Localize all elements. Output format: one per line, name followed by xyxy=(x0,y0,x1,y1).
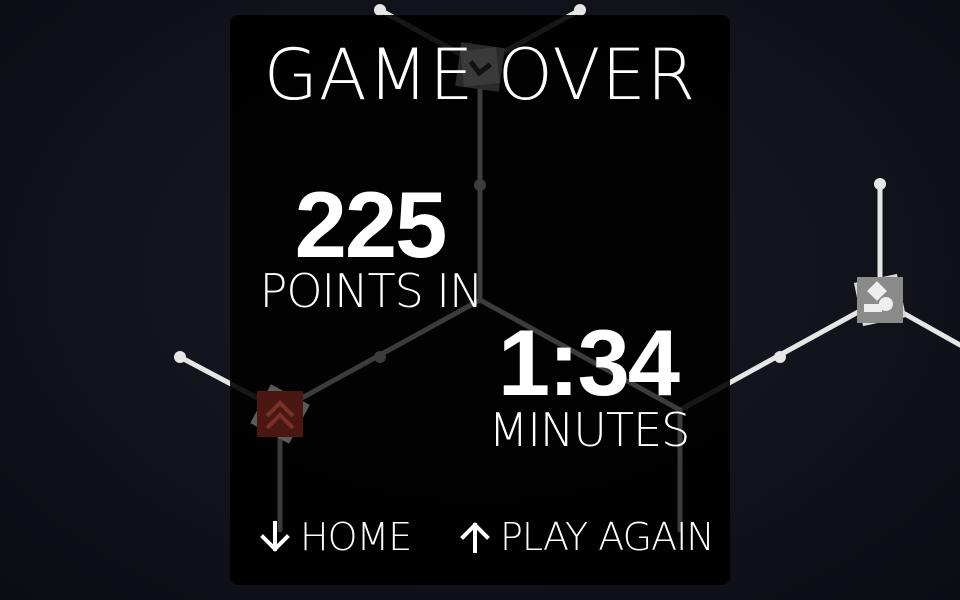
path-node xyxy=(374,351,386,363)
play-again-label: PLAY AGAIN xyxy=(500,515,715,559)
home-label: HOME xyxy=(300,515,412,559)
arrow-up-icon xyxy=(460,522,490,553)
arrow-down-icon xyxy=(260,521,290,552)
dim-nodes xyxy=(374,179,486,363)
tile-grey-shapes xyxy=(853,273,907,327)
panel-paths-layer xyxy=(250,42,907,533)
play-again-button[interactable]: PLAY AGAIN xyxy=(458,514,715,560)
game-screen: { "game_over": { "title": "GAME OVER", "… xyxy=(0,0,960,600)
path-node xyxy=(474,179,486,191)
home-button[interactable]: HOME xyxy=(258,514,412,560)
path-segment xyxy=(477,297,683,413)
tile-dark-chevron xyxy=(455,42,505,92)
tile-red-chevrons xyxy=(250,384,310,444)
dim-paths xyxy=(277,62,683,533)
